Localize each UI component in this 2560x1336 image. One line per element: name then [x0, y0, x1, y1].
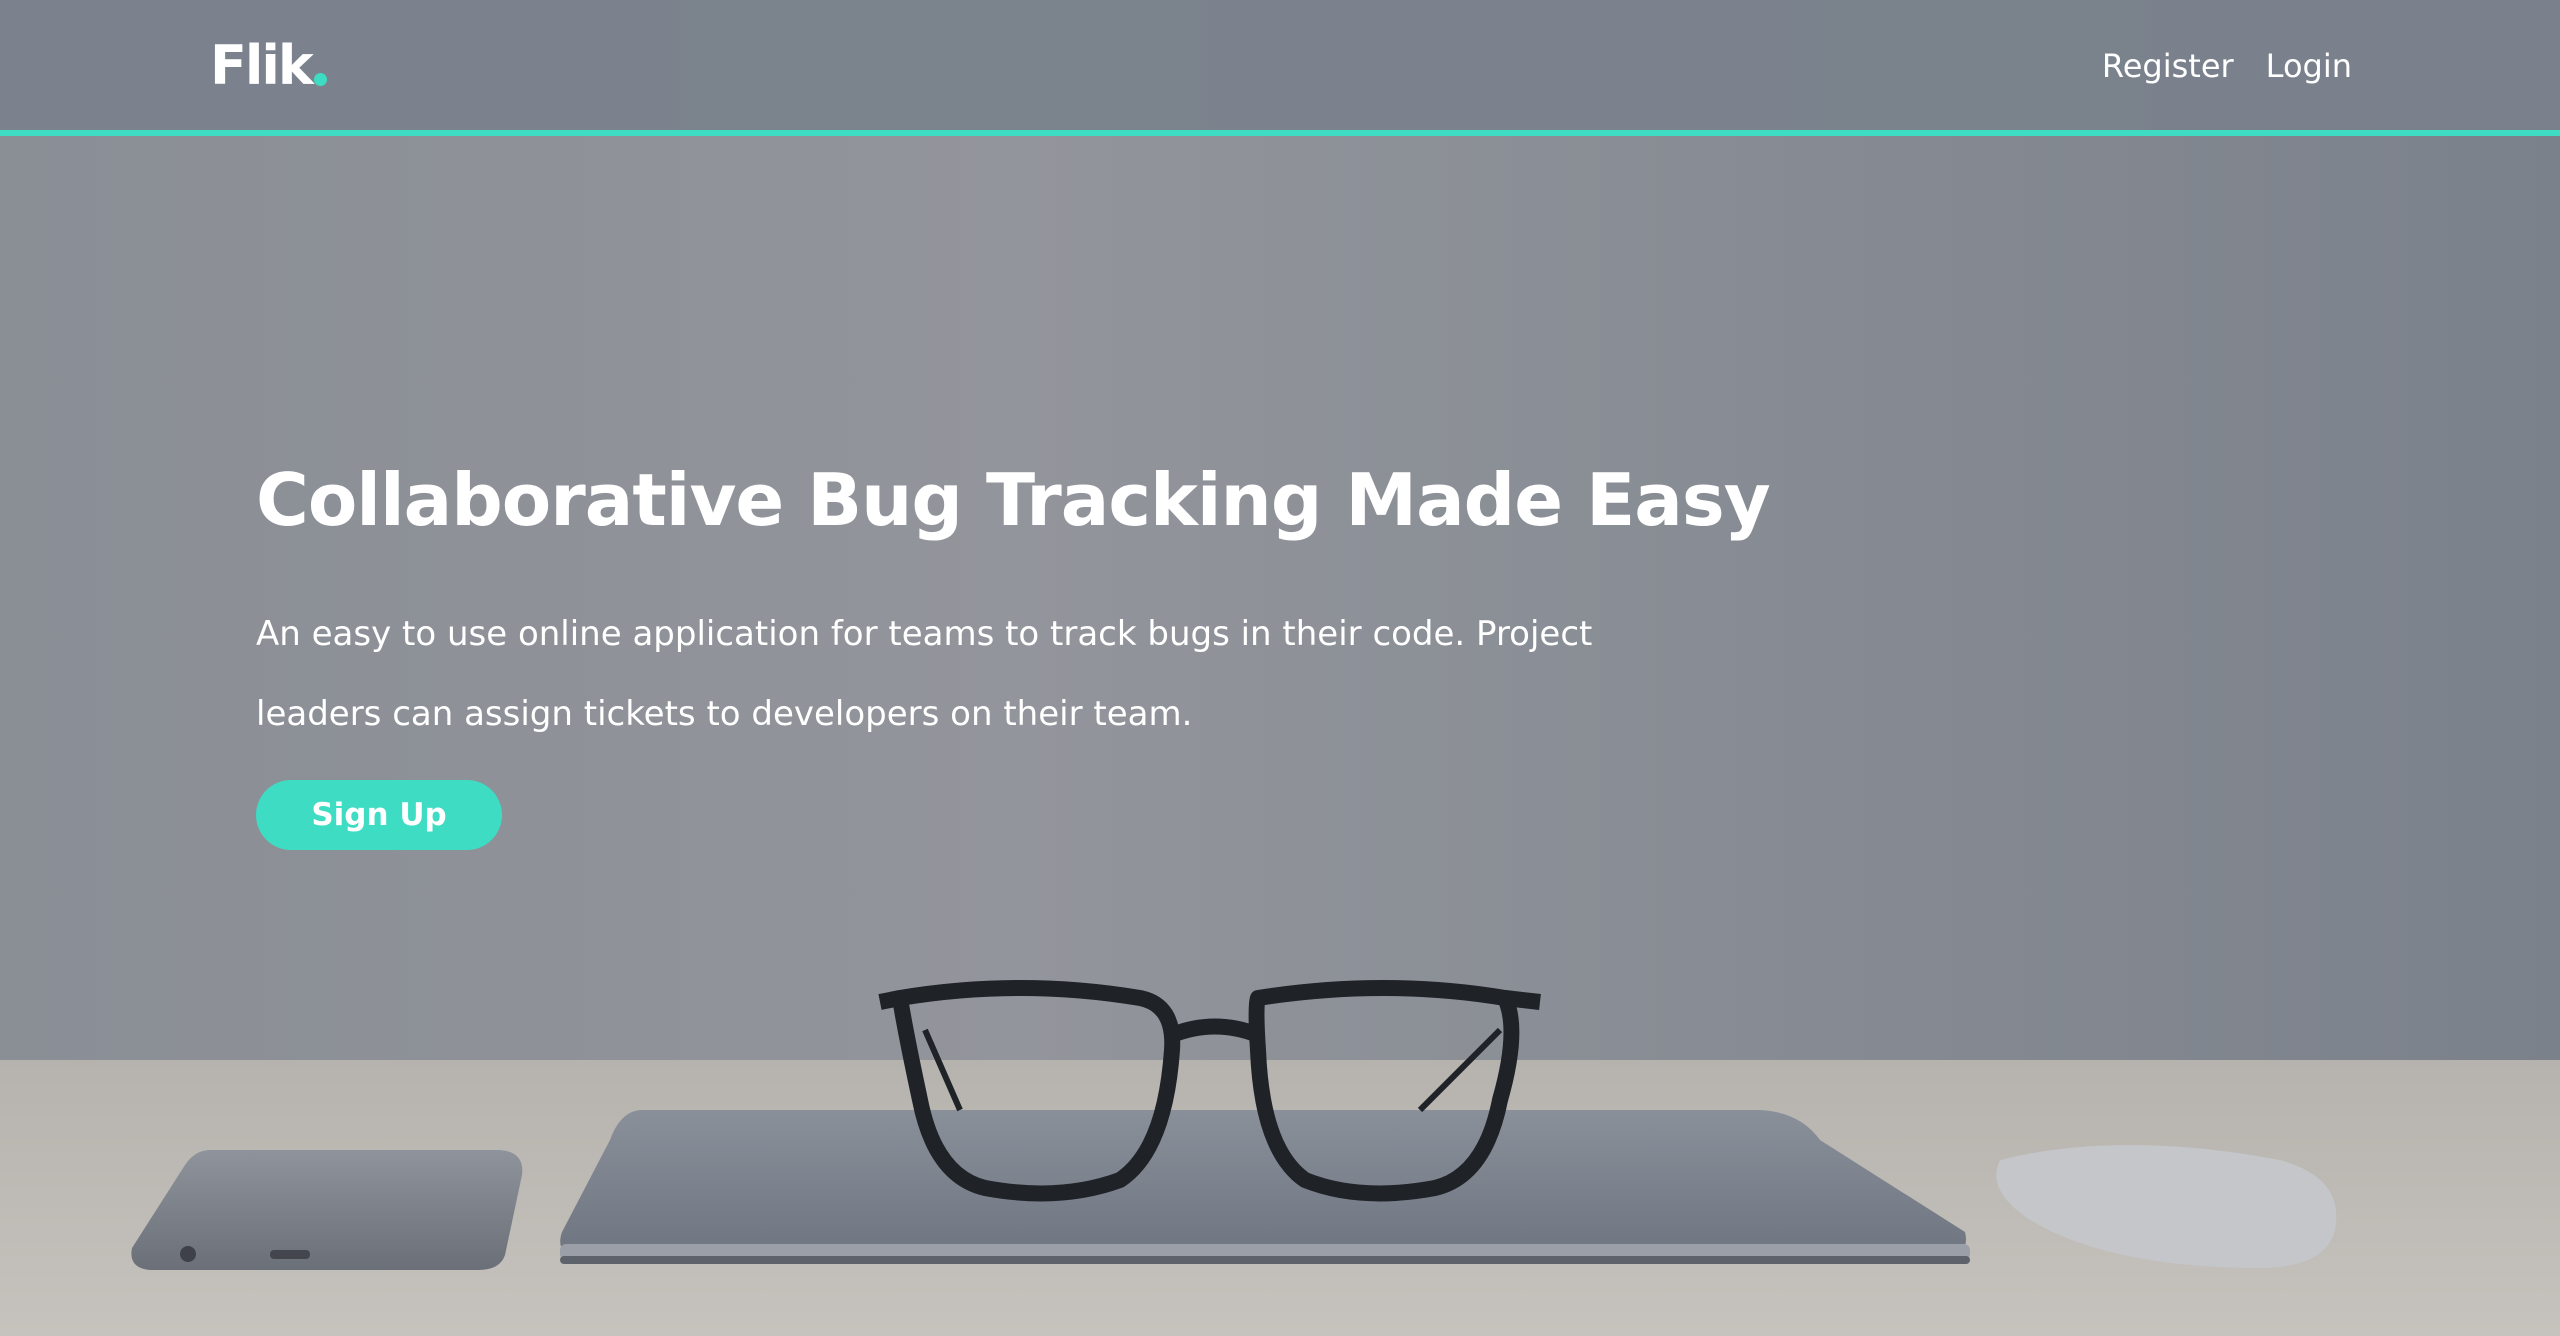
- logo-dot-icon: [313, 73, 327, 86]
- login-link[interactable]: Login: [2266, 44, 2352, 88]
- main-nav: Register Login: [2102, 44, 2352, 88]
- sign-up-button[interactable]: Sign Up: [256, 780, 502, 850]
- site-header: Flik Register Login: [0, 0, 2560, 136]
- landing-page: Flik Register Login Collaborative Bug Tr…: [0, 0, 2560, 1336]
- brand-logo-text: Flik: [210, 34, 314, 97]
- hero-description: An easy to use online application for te…: [256, 614, 1593, 734]
- hero-section: Collaborative Bug Tracking Made Easy An …: [256, 450, 1771, 850]
- hero-title: Collaborative Bug Tracking Made Easy: [256, 458, 1771, 542]
- brand-logo[interactable]: Flik: [210, 30, 327, 102]
- register-link[interactable]: Register: [2102, 44, 2234, 88]
